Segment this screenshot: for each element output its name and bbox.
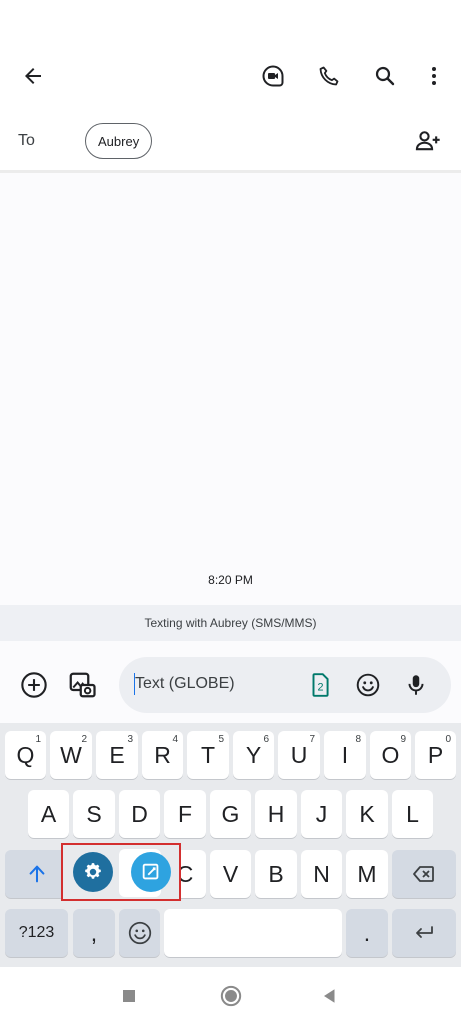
key-p[interactable]: P0 bbox=[415, 731, 456, 779]
key-s[interactable]: S bbox=[73, 790, 115, 838]
backspace-key[interactable] bbox=[392, 850, 456, 898]
key-f[interactable]: F bbox=[164, 790, 206, 838]
keyboard-shortcut-popup bbox=[61, 843, 181, 901]
edit-window-icon bbox=[142, 863, 159, 880]
keyboard-settings-button[interactable] bbox=[73, 852, 113, 892]
key-b[interactable]: B bbox=[255, 850, 297, 898]
recipient-row: To Aubrey bbox=[0, 112, 461, 170]
recent-apps-button[interactable] bbox=[109, 976, 149, 1016]
gear-icon bbox=[85, 863, 101, 879]
add-recipient-button[interactable] bbox=[408, 121, 448, 161]
phone-icon bbox=[319, 66, 339, 86]
square-recent-icon bbox=[123, 990, 135, 1002]
backspace-icon bbox=[413, 866, 434, 882]
back-button[interactable] bbox=[13, 56, 53, 96]
system-back-button[interactable] bbox=[310, 976, 350, 1016]
sim-select-button[interactable]: 2 bbox=[300, 665, 340, 705]
microphone-icon bbox=[408, 675, 424, 695]
add-circle-icon bbox=[21, 672, 47, 698]
emoji-icon bbox=[356, 673, 380, 697]
system-nav-bar bbox=[0, 967, 461, 1024]
to-label: To bbox=[18, 132, 35, 149]
key-a[interactable]: A bbox=[28, 790, 69, 838]
triangle-back-icon bbox=[324, 989, 335, 1003]
sim-card-icon: 2 bbox=[312, 673, 329, 697]
emoji-icon bbox=[128, 921, 151, 945]
search-button[interactable] bbox=[365, 56, 405, 96]
shift-key[interactable] bbox=[5, 850, 68, 898]
floating-keyboard-button[interactable] bbox=[131, 852, 171, 892]
key-d[interactable]: D bbox=[119, 790, 160, 838]
key-k[interactable]: K bbox=[346, 790, 388, 838]
key-e[interactable]: E3 bbox=[96, 731, 138, 779]
period-key[interactable]: . bbox=[346, 909, 388, 957]
key-i[interactable]: I8 bbox=[324, 731, 366, 779]
shift-arrow-icon bbox=[29, 865, 44, 883]
gallery-button[interactable] bbox=[62, 665, 102, 705]
search-icon bbox=[375, 66, 395, 86]
more-vert-icon bbox=[432, 67, 436, 85]
enter-icon bbox=[416, 926, 433, 938]
key-t[interactable]: T5 bbox=[187, 731, 229, 779]
key-n[interactable]: N bbox=[301, 850, 342, 898]
space-key[interactable] bbox=[164, 909, 342, 957]
key-r[interactable]: R4 bbox=[142, 731, 183, 779]
symbols-key[interactable]: ?123 bbox=[5, 909, 68, 957]
key-v[interactable]: V bbox=[210, 850, 251, 898]
message-placeholder: Text (GLOBE) bbox=[135, 675, 235, 692]
key-g[interactable]: G bbox=[210, 790, 251, 838]
voice-input-button[interactable] bbox=[396, 665, 436, 705]
video-call-icon bbox=[262, 65, 284, 87]
gallery-camera-icon bbox=[69, 672, 96, 698]
circle-home-icon bbox=[220, 985, 242, 1007]
message-input[interactable]: Text (GLOBE) 2 bbox=[119, 657, 451, 713]
more-options-button[interactable] bbox=[414, 56, 454, 96]
key-y[interactable]: Y6 bbox=[233, 731, 274, 779]
video-call-button[interactable] bbox=[253, 56, 293, 96]
sim-badge-number: 2 bbox=[318, 681, 324, 693]
emoji-key[interactable] bbox=[119, 909, 160, 957]
key-o[interactable]: O9 bbox=[370, 731, 411, 779]
key-m[interactable]: M bbox=[346, 850, 388, 898]
key-l[interactable]: L bbox=[392, 790, 433, 838]
compose-bar: Text (GLOBE) 2 bbox=[0, 641, 461, 723]
phone-button[interactable] bbox=[309, 56, 349, 96]
sms-banner: Texting with Aubrey (SMS/MMS) bbox=[0, 605, 461, 641]
app-bar bbox=[0, 0, 461, 112]
person-add-icon bbox=[415, 131, 440, 151]
conversation-area: 8:20 PM bbox=[0, 173, 461, 605]
back-arrow-icon bbox=[25, 68, 41, 84]
key-u[interactable]: U7 bbox=[278, 731, 320, 779]
enter-key[interactable] bbox=[392, 909, 456, 957]
message-timestamp: 8:20 PM bbox=[208, 573, 253, 587]
comma-key[interactable]: , bbox=[73, 909, 115, 957]
recipient-chip[interactable]: Aubrey bbox=[85, 123, 153, 159]
key-w[interactable]: W2 bbox=[50, 731, 92, 779]
key-h[interactable]: H bbox=[255, 790, 297, 838]
key-q[interactable]: Q1 bbox=[5, 731, 46, 779]
key-j[interactable]: J bbox=[301, 790, 342, 838]
add-attachment-button[interactable] bbox=[14, 665, 54, 705]
emoji-button[interactable] bbox=[348, 665, 388, 705]
home-button[interactable] bbox=[211, 976, 251, 1016]
